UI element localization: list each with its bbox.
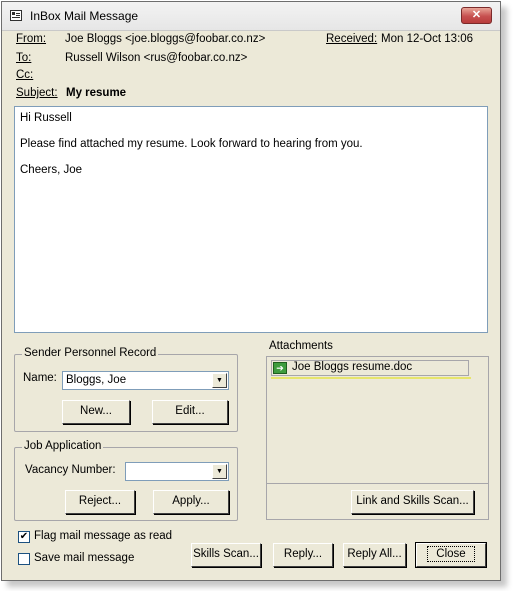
vacancy-number-label: Vacancy Number: <box>25 464 116 476</box>
close-button-label: Close <box>427 546 475 562</box>
received-label: Received: <box>326 33 378 45</box>
cc-label: Cc: <box>16 69 34 81</box>
attachment-item[interactable]: ➔ Joe Bloggs resume.doc <box>271 360 469 376</box>
edit-button[interactable]: Edit... <box>152 400 228 424</box>
subject-label: Subject: <box>16 87 58 99</box>
job-application-title: Job Application <box>22 440 104 452</box>
job-application-group: Job Application Vacancy Number: ▼ Reject… <box>14 440 238 521</box>
form-icon <box>10 10 22 21</box>
subject-value: My resume <box>66 87 127 99</box>
body-line: Cheers, Joe <box>20 164 83 176</box>
chevron-down-icon[interactable]: ▼ <box>212 464 227 479</box>
save-mail-checkbox[interactable] <box>18 553 30 565</box>
link-skills-scan-button[interactable]: Link and Skills Scan... <box>351 490 474 514</box>
attachment-arrow-icon: ➔ <box>273 362 287 374</box>
window-title: InBox Mail Message <box>30 9 139 23</box>
close-button[interactable]: Close <box>416 543 486 567</box>
window-close-button[interactable]: ✕ <box>461 7 492 24</box>
skills-scan-button[interactable]: Skills Scan... <box>191 543 261 567</box>
vacancy-number-combobox[interactable]: ▼ <box>125 462 229 481</box>
reply-all-button[interactable]: Reply All... <box>343 543 406 567</box>
mail-message-window: InBox Mail Message ✕ From: Joe Bloggs <j… <box>1 1 501 581</box>
sender-record-group: Sender Personnel Record Name: Bloggs, Jo… <box>14 347 238 432</box>
name-combobox[interactable]: Bloggs, Joe ▼ <box>62 371 229 390</box>
name-combobox-value: Bloggs, Joe <box>66 374 127 386</box>
flag-read-checkbox[interactable]: ✔ <box>18 531 30 543</box>
attachments-list[interactable]: ➔ Joe Bloggs resume.doc <box>267 357 488 484</box>
save-mail-label: Save mail message <box>34 552 135 564</box>
from-value: Joe Bloggs <joe.bloggs@foobar.co.nz> <box>65 33 266 45</box>
attachment-highlight <box>271 377 471 379</box>
body-line: Hi Russell <box>20 112 72 124</box>
chevron-down-icon[interactable]: ▼ <box>212 373 227 388</box>
apply-button[interactable]: Apply... <box>153 490 229 514</box>
attachments-title: Attachments <box>269 340 333 352</box>
received-value: Mon 12-Oct 13:06 <box>381 33 474 45</box>
flag-read-label: Flag mail message as read <box>34 530 173 542</box>
new-button[interactable]: New... <box>62 400 130 424</box>
attachments-panel: ➔ Joe Bloggs resume.doc Link and Skills … <box>266 356 489 520</box>
sender-record-title: Sender Personnel Record <box>22 347 159 359</box>
title-bar: InBox Mail Message ✕ <box>2 2 500 31</box>
body-line: Please find attached my resume. Look for… <box>20 138 363 150</box>
reply-button[interactable]: Reply... <box>273 543 333 567</box>
attachment-name: Joe Bloggs resume.doc <box>292 361 413 373</box>
reject-button[interactable]: Reject... <box>65 490 135 514</box>
message-body[interactable]: Hi Russell Please find attached my resum… <box>14 106 488 333</box>
to-value: Russell Wilson <rus@foobar.co.nz> <box>65 52 248 64</box>
from-label: From: <box>16 33 47 45</box>
name-label: Name: <box>23 372 57 384</box>
to-label: To: <box>16 52 32 64</box>
